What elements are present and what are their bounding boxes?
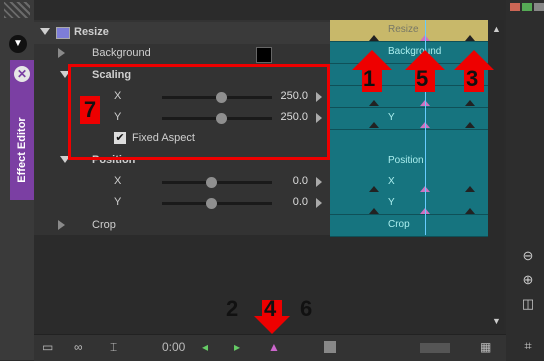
annotation-1: 1 [363,66,376,91]
annotation-5: 5 [416,66,429,91]
annotation-6: 6 [300,296,313,321]
annotation-2: 2 [226,296,239,321]
annotation-4: 4 [264,296,277,321]
annotation-3: 3 [466,66,479,91]
